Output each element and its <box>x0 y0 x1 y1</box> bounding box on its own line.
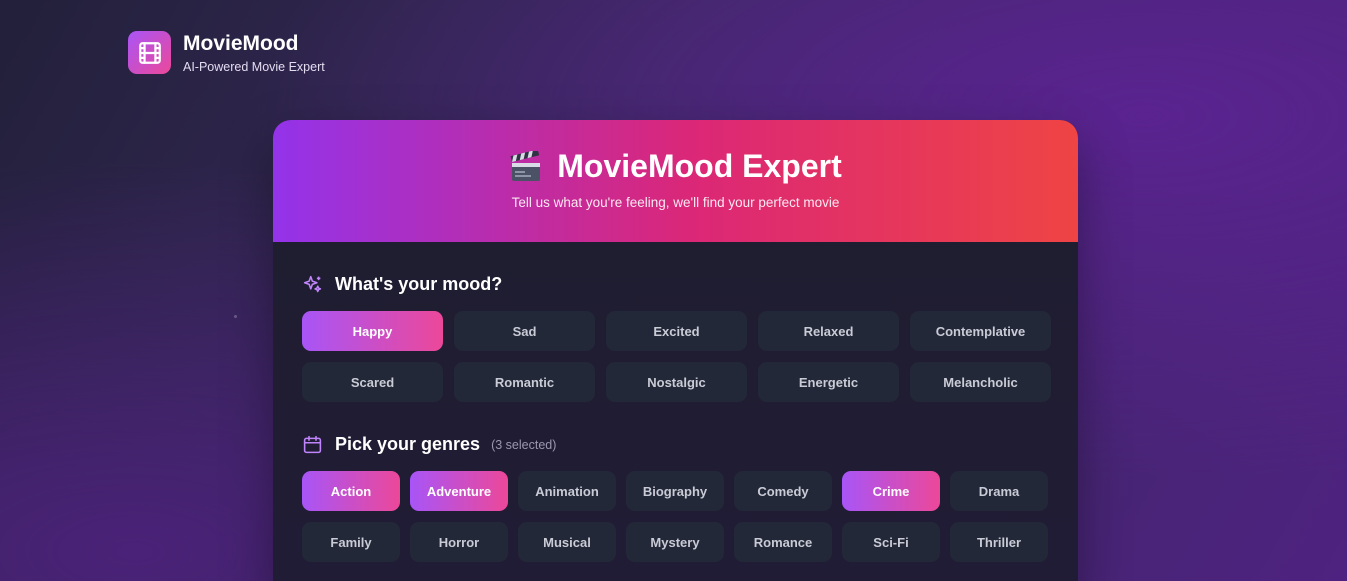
genre-chip-musical[interactable]: Musical <box>518 522 616 562</box>
brand[interactable]: MovieMood AI-Powered Movie Expert <box>128 31 325 74</box>
background-sparkle <box>234 315 237 318</box>
genre-chip-biography[interactable]: Biography <box>626 471 724 511</box>
card-header: MovieMood Expert Tell us what you're fee… <box>273 120 1078 242</box>
genre-chip-crime[interactable]: Crime <box>842 471 940 511</box>
genre-options: Action Adventure Animation Biography Com… <box>302 471 1049 562</box>
genre-chip-romance[interactable]: Romance <box>734 522 832 562</box>
card-subtitle: Tell us what you're feeling, we'll find … <box>511 195 840 210</box>
mood-chip-contemplative[interactable]: Contemplative <box>910 311 1051 351</box>
mood-chip-excited[interactable]: Excited <box>606 311 747 351</box>
genre-chip-adventure[interactable]: Adventure <box>410 471 508 511</box>
genre-chip-drama[interactable]: Drama <box>950 471 1048 511</box>
recommendation-card: MovieMood Expert Tell us what you're fee… <box>273 120 1078 581</box>
mood-chip-happy[interactable]: Happy <box>302 311 443 351</box>
genre-chip-sci-fi[interactable]: Sci-Fi <box>842 522 940 562</box>
mood-chip-energetic[interactable]: Energetic <box>758 362 899 402</box>
genre-selected-count: (3 selected) <box>491 438 557 452</box>
mood-chip-scared[interactable]: Scared <box>302 362 443 402</box>
mood-chip-nostalgic[interactable]: Nostalgic <box>606 362 747 402</box>
genre-chip-mystery[interactable]: Mystery <box>626 522 724 562</box>
card-title: MovieMood Expert <box>557 148 842 184</box>
mood-section: What's your mood? Happy Sad Excited Rela… <box>302 272 1051 402</box>
genre-chip-horror[interactable]: Horror <box>410 522 508 562</box>
clapperboard-icon <box>509 150 543 183</box>
brand-tagline: AI-Powered Movie Expert <box>183 59 325 74</box>
genre-section: Pick your genres (3 selected) Action Adv… <box>302 432 1049 562</box>
genre-chip-animation[interactable]: Animation <box>518 471 616 511</box>
mood-chip-relaxed[interactable]: Relaxed <box>758 311 899 351</box>
genre-chip-family[interactable]: Family <box>302 522 400 562</box>
mood-options: Happy Sad Excited Relaxed Contemplative … <box>302 311 1051 402</box>
sparkles-icon <box>303 275 322 292</box>
genre-title: Pick your genres <box>335 433 481 454</box>
genre-chip-action[interactable]: Action <box>302 471 400 511</box>
calendar-icon <box>303 435 322 453</box>
mood-chip-sad[interactable]: Sad <box>454 311 595 351</box>
film-icon <box>128 31 171 74</box>
genre-chip-comedy[interactable]: Comedy <box>734 471 832 511</box>
genre-chip-thriller[interactable]: Thriller <box>950 522 1048 562</box>
mood-chip-romantic[interactable]: Romantic <box>454 362 595 402</box>
brand-name: MovieMood <box>183 31 299 55</box>
mood-title: What's your mood? <box>335 273 503 294</box>
mood-chip-melancholic[interactable]: Melancholic <box>910 362 1051 402</box>
